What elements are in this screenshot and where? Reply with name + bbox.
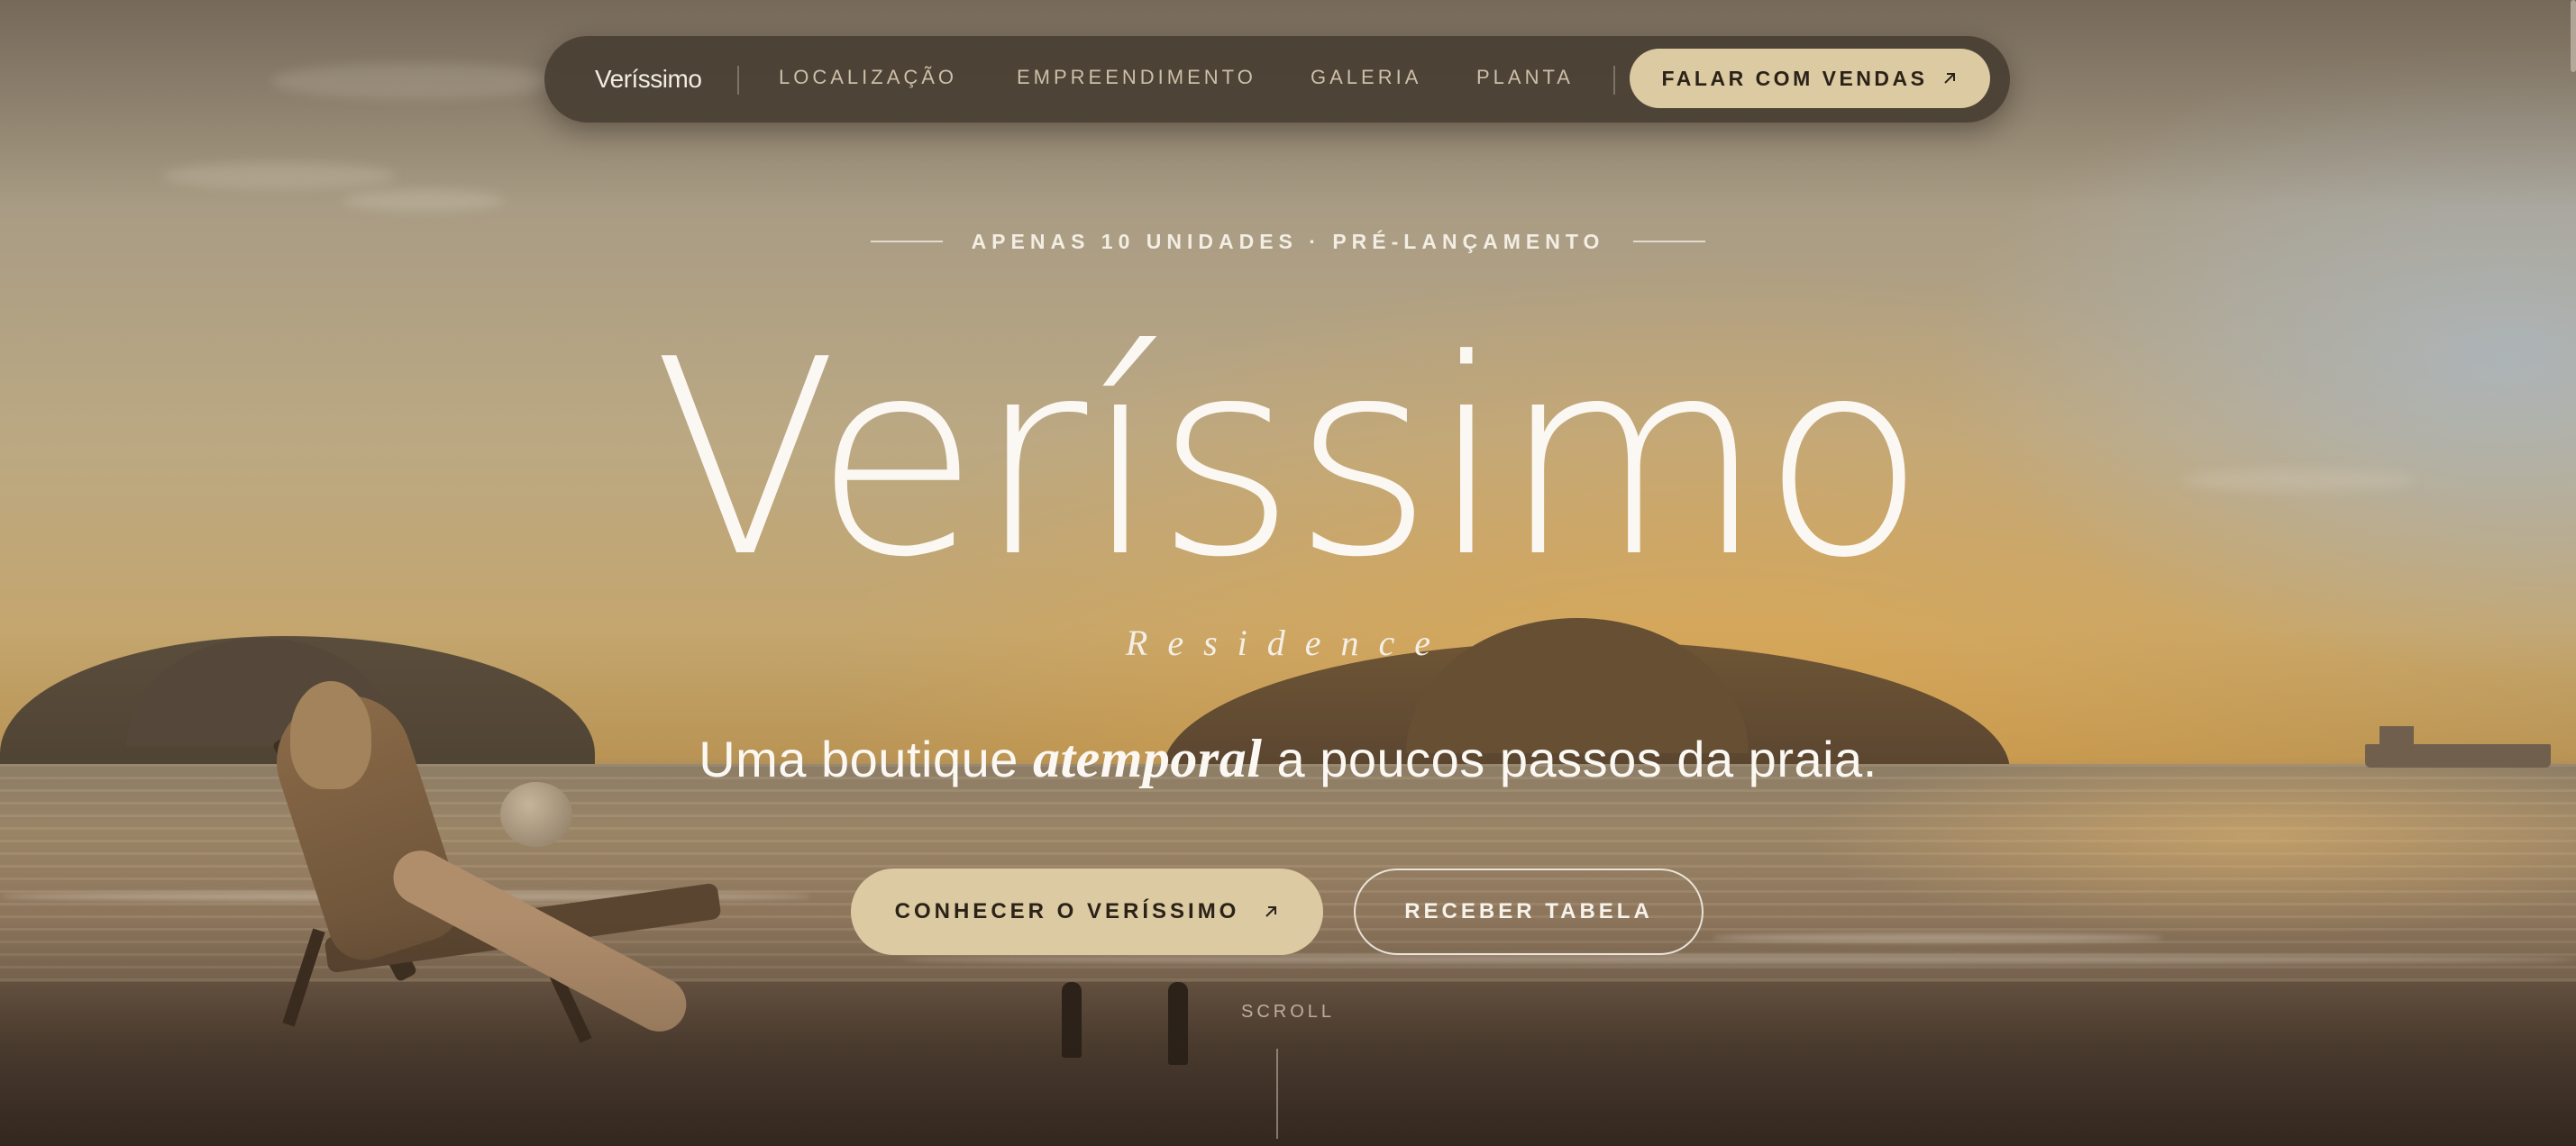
top-navigation: Veríssimo LOCALIZAÇÃO EMPREENDIMENTO GAL… xyxy=(544,36,2010,123)
hero-kicker: APENAS 10 UNIDADES · PRÉ-LANÇAMENTO xyxy=(0,227,2576,256)
arrow-up-right-icon xyxy=(1265,906,1277,917)
nav-divider xyxy=(737,66,739,95)
kicker-line-right xyxy=(1633,241,1706,242)
arrow-up-right-icon xyxy=(1944,73,1956,84)
discover-verissimo-label: CONHECER O VERÍSSIMO xyxy=(894,899,1240,923)
discover-verissimo-button[interactable]: CONHECER O VERÍSSIMO xyxy=(851,869,1323,955)
talk-to-sales-label: FALAR COM VENDAS xyxy=(1661,66,1928,90)
scroll-indicator-label: SCROLL xyxy=(1240,1002,1336,1022)
scroll-indicator-line xyxy=(1276,1049,1278,1139)
hero-tagline: Uma boutique atemporal a poucos passos d… xyxy=(0,728,2576,790)
nav-divider xyxy=(1613,66,1615,95)
nav-link-empreendimento[interactable]: EMPREENDIMENTO xyxy=(1017,36,1256,123)
receive-price-table-label: RECEBER TABELA xyxy=(1404,899,1653,923)
receive-price-table-button[interactable]: RECEBER TABELA xyxy=(1354,869,1704,955)
hero-title: Veríssimo xyxy=(653,302,1927,616)
kicker-text: APENAS 10 UNIDADES · PRÉ-LANÇAMENTO xyxy=(971,229,1605,253)
talk-to-sales-button[interactable]: FALAR COM VENDAS xyxy=(1630,49,1990,108)
tagline-emphasis: atemporal xyxy=(1032,729,1263,788)
nav-link-galeria[interactable]: GALERIA xyxy=(1311,36,1421,123)
page-scrollbar[interactable] xyxy=(2571,0,2576,72)
brand-logo-link[interactable]: Veríssimo xyxy=(595,36,702,123)
nav-link-planta[interactable]: PLANTA xyxy=(1476,36,1574,123)
tagline-start: Uma boutique xyxy=(699,731,1033,787)
nav-link-localizacao[interactable]: LOCALIZAÇÃO xyxy=(779,36,957,123)
hero-subtitle: Residence xyxy=(1125,623,1451,663)
tagline-end: a poucos passos da praia. xyxy=(1262,731,1877,787)
kicker-line-left xyxy=(870,241,943,242)
